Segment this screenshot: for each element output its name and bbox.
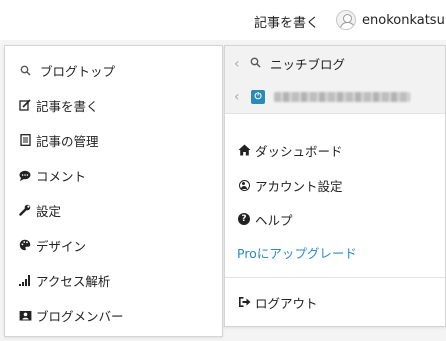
menu-item-label: ヘルプ xyxy=(255,212,293,228)
menu-item-label: ブログメンバー xyxy=(36,308,124,324)
current-blog-row[interactable]: ‹ ⏻ xyxy=(225,81,445,113)
account-menu: ‹ ニッチブログ ‹ ⏻ ダッシュボード アカウント設定 ? ヘルプ Proにア… xyxy=(224,45,446,327)
menu-item-dashboard[interactable]: ダッシュボード xyxy=(225,133,445,167)
bar-chart-icon xyxy=(18,274,32,286)
menu-item-manage-articles[interactable]: 記事の管理 xyxy=(5,123,222,157)
menu-item-blog-members[interactable]: ブログメンバー xyxy=(5,298,222,332)
menu-item-access-analytics[interactable]: アクセス解析 xyxy=(5,263,222,297)
logout-icon xyxy=(237,296,251,308)
blog-icon: ⏻ xyxy=(251,90,265,104)
menu-item-settings[interactable]: 設定 xyxy=(5,193,222,227)
avatar xyxy=(336,10,356,30)
niche-blog-row[interactable]: ‹ ニッチブログ xyxy=(225,46,445,81)
home-icon xyxy=(237,144,251,156)
upgrade-pro-link[interactable]: Proにアップグレード xyxy=(225,235,446,269)
comment-icon xyxy=(18,170,32,181)
menu-item-blog-top[interactable]: ブログトップ xyxy=(5,53,222,87)
search-icon xyxy=(250,57,261,71)
top-bar: 記事を書く enokonkatsu ▾ xyxy=(0,0,446,40)
menu-item-comments[interactable]: コメント xyxy=(5,158,222,192)
menu-item-design[interactable]: デザイン xyxy=(5,228,222,262)
menu-item-label: ダッシュボード xyxy=(255,143,343,159)
chevron-left-icon: ‹ xyxy=(234,89,240,105)
niche-blog-label: ニッチブログ xyxy=(270,57,346,72)
menu-item-label: デザイン xyxy=(36,238,87,254)
menu-item-label: アクセス解析 xyxy=(36,273,111,289)
menu-item-label: ブログトップ xyxy=(40,63,116,79)
menu-item-label: 記事を書く xyxy=(36,98,99,114)
edit-icon xyxy=(18,99,32,111)
menu-item-help[interactable]: ? ヘルプ xyxy=(225,202,445,236)
menu-item-label: 記事の管理 xyxy=(36,133,99,149)
menu-item-label: コメント xyxy=(36,168,87,184)
divider xyxy=(225,277,445,278)
write-article-link[interactable]: 記事を書く xyxy=(254,12,319,31)
user-circle-icon xyxy=(237,179,251,191)
user-menu-toggle[interactable]: enokonkatsu ▾ xyxy=(336,8,446,32)
members-icon xyxy=(18,310,32,321)
palette-icon xyxy=(18,239,32,251)
menu-item-label: アカウント設定 xyxy=(255,178,343,194)
menu-item-account-settings[interactable]: アカウント設定 xyxy=(225,168,445,202)
menu-item-label: 設定 xyxy=(36,203,62,219)
menu-item-label: ログアウト xyxy=(255,295,318,311)
blurred-blog-name xyxy=(274,92,410,102)
menu-item-write-article[interactable]: 記事を書く xyxy=(5,88,222,122)
search-icon xyxy=(18,65,32,76)
username: enokonkatsu xyxy=(362,12,445,28)
chevron-left-icon: ‹ xyxy=(234,55,240,72)
divider xyxy=(225,113,445,114)
blog-menu: ブログトップ 記事を書く 記事の管理 コメント 設定 デザイン アクセス解析 ブ… xyxy=(4,45,223,337)
question-icon: ? xyxy=(237,213,251,225)
menu-item-logout[interactable]: ログアウト xyxy=(225,285,445,319)
document-icon xyxy=(18,134,32,146)
wrench-icon xyxy=(18,204,32,216)
